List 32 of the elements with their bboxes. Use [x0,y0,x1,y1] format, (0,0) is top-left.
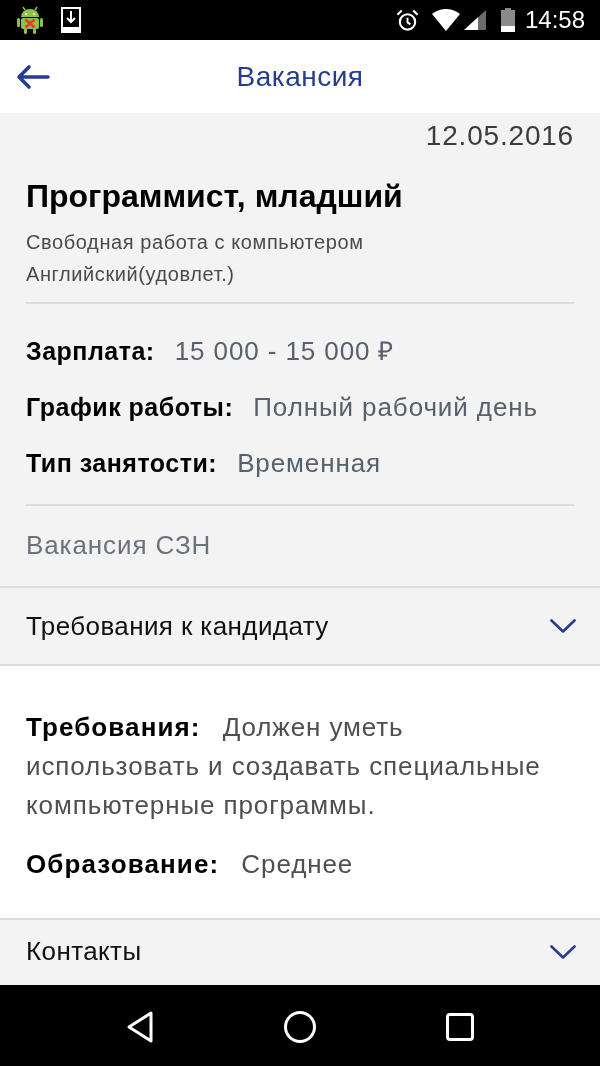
back-arrow-icon [16,63,50,90]
signal-icon [463,10,486,30]
back-triangle-icon [126,1010,154,1043]
alarm-clock-icon [395,8,419,32]
field-label: Тип занятости: [26,448,218,479]
back-button[interactable] [16,63,50,90]
nav-home-button[interactable] [284,1010,316,1043]
requirement-text: Образование: Среднее [26,848,355,881]
section-header[interactable]: Требования к кандидату [0,586,600,666]
skill-text: Свободная работа с компьютером [26,230,365,255]
skill-text: Английский(удовлет.) [26,262,236,287]
chevron-down-icon [550,619,576,633]
field-value: 15 000 - 15 000 ₽ [174,335,395,368]
recents-square-icon [446,1012,474,1041]
vacancy-source: Вакансия СЗН [26,529,213,562]
field-label: График работы: [26,392,234,423]
download-icon [61,7,81,33]
requirement-text: Требования: Должен уметь использовать и создавать специальные компьютерные программы. [26,711,542,822]
status-time: 14:58 [524,6,585,34]
screen-title: Вакансия [236,59,364,94]
field-value: Временная [237,447,382,480]
vacancy-title: Программист, младший [26,177,404,216]
home-circle-icon [284,1010,316,1043]
field-label: Зарплата: [26,336,155,367]
vacancy-date: 12.05.2016 [424,120,574,152]
nav-recents-button[interactable] [446,1012,474,1041]
chevron-down-icon [550,945,576,959]
battery-icon [500,8,515,32]
android-debug-icon [16,6,44,34]
nav-back-button[interactable] [126,1010,154,1043]
field-value: Полный рабочий день [253,391,538,424]
wifi-icon [431,9,460,31]
